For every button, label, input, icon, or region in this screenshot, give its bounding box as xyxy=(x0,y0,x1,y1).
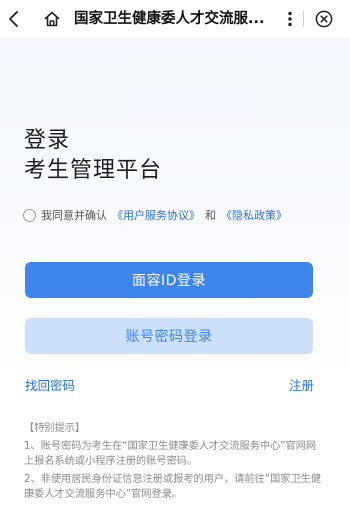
more-button[interactable] xyxy=(279,0,301,38)
login-heading: 登录 xyxy=(24,128,71,153)
topbar-divider xyxy=(303,11,304,27)
home-icon xyxy=(44,11,60,27)
home-button[interactable] xyxy=(40,0,64,38)
register-link[interactable]: 注册 xyxy=(289,375,314,394)
tips-item-1: 1、账号密码为考生在“国家卫生健康委人才交流服务中心”官网网上报名系统或小程序注… xyxy=(24,441,317,467)
close-button[interactable] xyxy=(312,0,336,38)
privacy-policy-link[interactable]: 《隐私政策》 xyxy=(221,207,287,223)
agree-checkbox[interactable] xyxy=(23,208,36,222)
page-title: 国家卫生健康委人才交流服... xyxy=(74,11,265,27)
special-tips: 【特别提示】 1、账号密码为考生在“国家卫生健康委人才交流服务中心”官网网上报名… xyxy=(24,421,324,505)
more-vertical-icon xyxy=(288,11,292,27)
back-button[interactable] xyxy=(2,0,24,38)
platform-heading: 考生管理平台 xyxy=(24,158,163,183)
chevron-left-icon xyxy=(9,11,18,27)
tips-title: 【特别提示】 xyxy=(24,423,86,434)
agree-and-text: 和 xyxy=(205,209,216,222)
close-circle-icon xyxy=(315,10,333,28)
agreement-row: 我同意并确认 《用户服务协议》 和 《隐私政策》 xyxy=(23,207,287,223)
user-agreement-link[interactable]: 《用户服务协议》 xyxy=(112,207,200,223)
recover-password-link[interactable]: 找回密码 xyxy=(25,375,75,394)
agree-prefix-text: 我同意并确认 xyxy=(41,209,107,222)
top-navigation-bar: 国家卫生健康委人才交流服... xyxy=(0,0,350,38)
face-id-login-button[interactable]: 面容ID登录 xyxy=(25,262,313,298)
password-login-button[interactable]: 账号密码登录 xyxy=(25,318,313,354)
tips-item-2: 2、非使用居民身份证信息注册或报考的用户，请前往“国家卫生健康委人才交流服务中心… xyxy=(24,474,322,500)
